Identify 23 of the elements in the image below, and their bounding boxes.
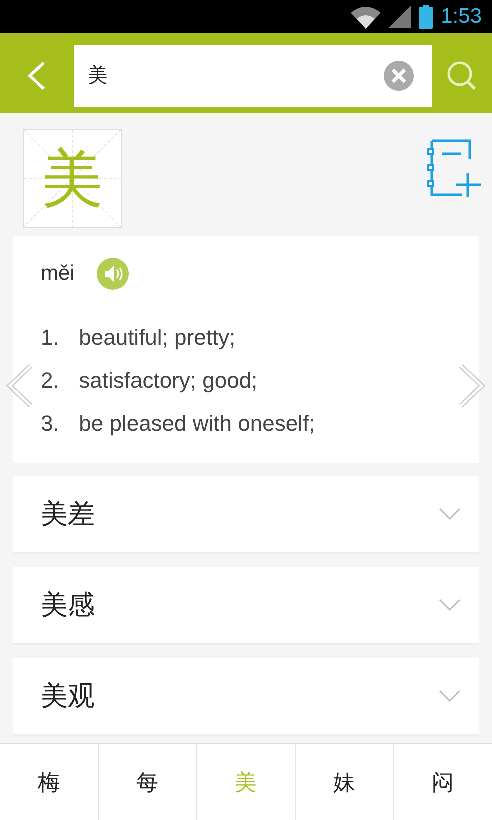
search-field[interactable]: 美 xyxy=(86,63,384,88)
search-bar[interactable]: 美 xyxy=(74,44,432,106)
clear-icon[interactable] xyxy=(384,60,414,90)
previous-arrow[interactable] xyxy=(5,364,35,408)
definition: 3. be pleased with oneself; xyxy=(41,410,316,438)
compound-row[interactable]: 美感 xyxy=(13,567,479,645)
battery-icon xyxy=(419,4,434,28)
compound-row[interactable]: 美观 xyxy=(13,658,479,736)
pinyin: měi xyxy=(41,262,75,286)
wifi-icon xyxy=(351,4,382,28)
add-to-notebook-icon[interactable] xyxy=(426,139,482,197)
clock: 1:53 xyxy=(441,4,482,28)
back-icon[interactable] xyxy=(27,60,47,90)
compound-word: 美观 xyxy=(41,680,95,714)
signal-icon xyxy=(389,6,412,28)
definition: 2. satisfactory; good; xyxy=(41,367,259,395)
speaker-icon[interactable] xyxy=(96,258,129,290)
compound-word: 美差 xyxy=(41,498,95,532)
definition: 1. beautiful; pretty; xyxy=(41,324,237,352)
compound-word: 美感 xyxy=(41,589,95,623)
headword: 美 xyxy=(42,148,104,210)
compound-row[interactable]: 美差 xyxy=(13,476,479,554)
next-arrow[interactable] xyxy=(457,364,487,408)
